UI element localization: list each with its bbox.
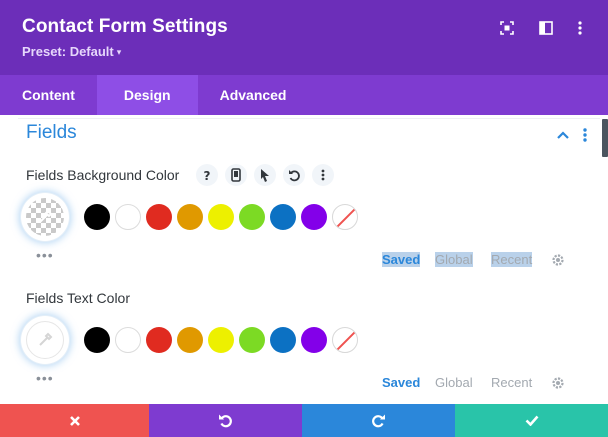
swatch-black[interactable] bbox=[84, 204, 110, 230]
palette-tab-saved[interactable]: Saved bbox=[382, 252, 421, 267]
swatch-yellow[interactable] bbox=[208, 204, 234, 230]
chevron-up-icon[interactable] bbox=[555, 127, 571, 143]
modal-title: Contact Form Settings bbox=[22, 16, 228, 37]
palette-tab-global[interactable]: Global bbox=[435, 375, 473, 390]
preset-label: Preset: Default bbox=[22, 44, 114, 59]
eyedropper-icon bbox=[39, 209, 53, 223]
tab-design[interactable]: Design bbox=[96, 75, 198, 115]
swatch-none[interactable] bbox=[332, 327, 358, 353]
swatch-orange[interactable] bbox=[177, 204, 203, 230]
swatch-red[interactable] bbox=[146, 327, 172, 353]
close-icon bbox=[69, 415, 80, 426]
white-preview bbox=[26, 321, 64, 359]
svg-text:?: ? bbox=[204, 169, 211, 181]
swatch-red[interactable] bbox=[146, 204, 172, 230]
modal-header: Contact Form Settings Preset: Default ▾ bbox=[0, 0, 608, 75]
action-bar bbox=[0, 404, 608, 437]
swatch-orange[interactable] bbox=[177, 327, 203, 353]
scrollbar-thumb[interactable] bbox=[602, 119, 608, 157]
color-picker-text[interactable] bbox=[21, 316, 69, 364]
scrollbar[interactable] bbox=[600, 115, 608, 404]
field-label-text-color: Fields Text Color bbox=[26, 290, 131, 306]
undo-button[interactable] bbox=[149, 404, 302, 437]
undo-icon bbox=[219, 414, 232, 427]
swatch-blue[interactable] bbox=[270, 327, 296, 353]
tab-bar: Content Design Advanced bbox=[0, 75, 608, 115]
more-options-icon[interactable] bbox=[570, 18, 590, 38]
mobile-icon[interactable] bbox=[225, 164, 247, 186]
section-title[interactable]: Fields bbox=[26, 122, 77, 144]
fullscreen-icon[interactable] bbox=[497, 18, 517, 38]
tab-advanced[interactable]: Advanced bbox=[198, 75, 309, 115]
more-colors-dots[interactable]: ••• bbox=[36, 371, 54, 385]
more-colors-dots[interactable]: ••• bbox=[36, 248, 54, 262]
redo-icon bbox=[372, 414, 385, 427]
swatch-purple[interactable] bbox=[301, 327, 327, 353]
color-picker-background[interactable] bbox=[21, 193, 69, 241]
palette-gear-icon[interactable] bbox=[551, 376, 565, 390]
swatch-blue[interactable] bbox=[270, 204, 296, 230]
save-button[interactable] bbox=[455, 404, 608, 437]
checkmark-icon bbox=[525, 415, 538, 426]
settings-panel: Fields Fields Background Color ? ••• Sav… bbox=[0, 115, 600, 404]
help-icon[interactable]: ? bbox=[196, 164, 218, 186]
swatch-purple[interactable] bbox=[301, 204, 327, 230]
preset-selector[interactable]: Preset: Default ▾ bbox=[22, 44, 121, 59]
swatch-black[interactable] bbox=[84, 327, 110, 353]
cancel-button[interactable] bbox=[0, 404, 149, 437]
field-label-background-color: Fields Background Color bbox=[26, 167, 180, 183]
swatch-none[interactable] bbox=[332, 204, 358, 230]
palette-tab-recent[interactable]: Recent bbox=[491, 375, 532, 390]
palette-tab-saved[interactable]: Saved bbox=[382, 375, 420, 390]
redo-button[interactable] bbox=[302, 404, 455, 437]
section-divider bbox=[18, 118, 600, 119]
palette-gear-icon[interactable] bbox=[551, 253, 565, 267]
hover-cursor-icon[interactable] bbox=[254, 164, 276, 186]
section-more-icon[interactable] bbox=[580, 126, 590, 144]
swatch-green[interactable] bbox=[239, 204, 265, 230]
swatch-white[interactable] bbox=[115, 204, 141, 230]
split-view-icon[interactable] bbox=[536, 18, 556, 38]
eyedropper-icon bbox=[39, 332, 53, 346]
swatch-yellow[interactable] bbox=[208, 327, 234, 353]
swatch-green[interactable] bbox=[239, 327, 265, 353]
palette-tab-global[interactable]: Global bbox=[435, 252, 473, 267]
swatch-white[interactable] bbox=[115, 327, 141, 353]
reset-icon[interactable] bbox=[283, 164, 305, 186]
field-more-icon[interactable] bbox=[312, 164, 334, 186]
palette-tab-recent[interactable]: Recent bbox=[491, 252, 533, 267]
preset-caret-icon: ▾ bbox=[116, 47, 122, 57]
tab-content[interactable]: Content bbox=[0, 75, 97, 115]
transparent-preview bbox=[26, 198, 64, 236]
